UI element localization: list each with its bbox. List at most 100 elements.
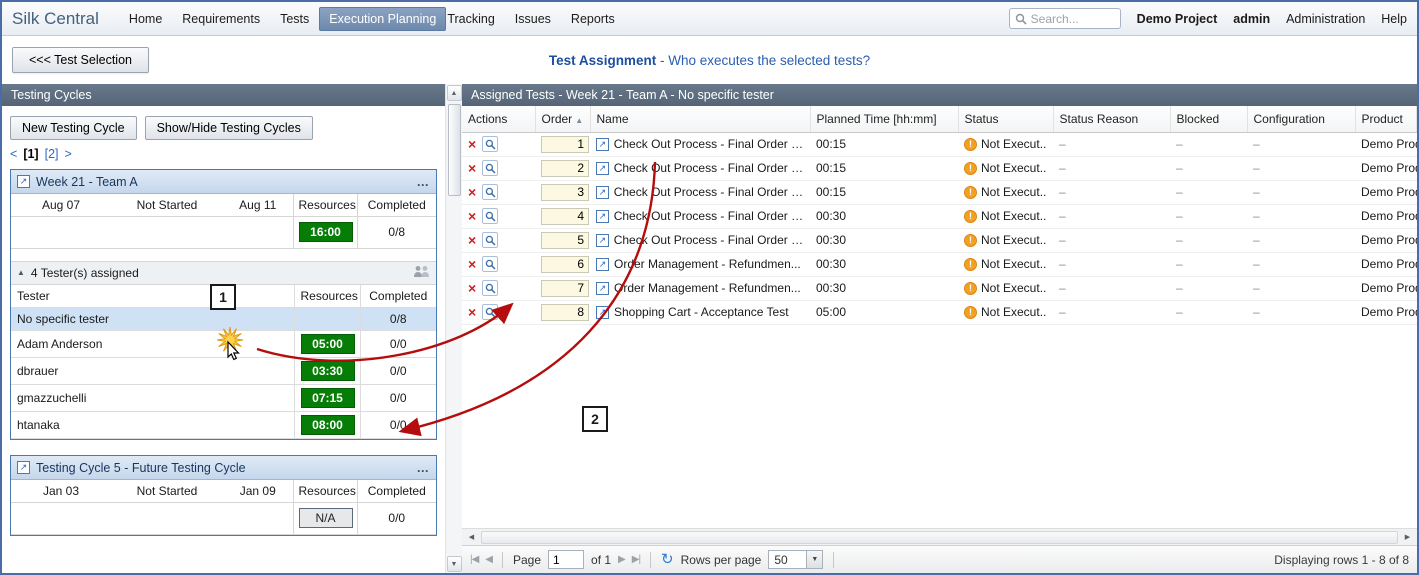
order-input[interactable] [541, 208, 589, 225]
open-cycle-icon[interactable]: ↗ [17, 461, 30, 474]
nav-item-requirements[interactable]: Requirements [172, 7, 270, 31]
test-name-link[interactable]: Check Out Process - Final Order S... [614, 161, 804, 175]
cycles-prev-page[interactable]: < [10, 147, 17, 161]
help-link[interactable]: Help [1381, 12, 1407, 26]
nav-item-reports[interactable]: Reports [561, 7, 625, 31]
testers-assigned-bar[interactable]: ▲ 4 Tester(s) assigned [11, 261, 436, 285]
open-test-icon[interactable]: ↗ [596, 210, 609, 223]
scroll-left-button[interactable]: ◀ [464, 531, 479, 544]
new-testing-cycle-button[interactable]: New Testing Cycle [10, 116, 137, 140]
column-header-product[interactable]: Product [1355, 106, 1417, 132]
inspect-icon[interactable] [482, 232, 498, 248]
cycle-menu-icon[interactable]: … [417, 175, 431, 189]
cycles-page-1[interactable]: [1] [23, 147, 38, 161]
test-name-link[interactable]: Check Out Process - Final Order S... [614, 233, 804, 247]
search-box[interactable] [1009, 8, 1121, 29]
open-cycle-icon[interactable]: ↗ [17, 175, 30, 188]
test-row[interactable]: × ↗Order Management - Refundmen... 00:30… [462, 252, 1417, 276]
inspect-icon[interactable] [482, 208, 498, 224]
cycle-menu-icon[interactable]: … [417, 461, 431, 475]
cycles-next-page[interactable]: > [65, 147, 72, 161]
order-input[interactable] [541, 280, 589, 297]
nav-item-home[interactable]: Home [119, 7, 172, 31]
pager-prev-icon[interactable]: ◀ [485, 554, 492, 565]
tester-name[interactable]: gmazzuchelli [11, 385, 294, 412]
order-input[interactable] [541, 184, 589, 201]
column-header-status[interactable]: Status [958, 106, 1053, 132]
tester-row[interactable]: Adam Anderson 05:00 0/0 [11, 331, 436, 358]
column-header-actions[interactable]: Actions [462, 106, 535, 132]
page-number-input[interactable] [548, 550, 584, 569]
test-row[interactable]: × ↗Shopping Cart - Acceptance Test 05:00… [462, 300, 1417, 324]
tester-row[interactable]: htanaka 08:00 0/0 [11, 412, 436, 439]
search-input[interactable] [1031, 12, 1111, 26]
delete-icon[interactable]: × [468, 161, 476, 175]
vertical-scrollbar-thumb[interactable] [448, 104, 461, 196]
open-test-icon[interactable]: ↗ [596, 186, 609, 199]
test-name-link[interactable]: Check Out Process - Final Order S... [614, 185, 804, 199]
open-test-icon[interactable]: ↗ [596, 234, 609, 247]
horizontal-scrollbar[interactable]: ◀ ▶ [462, 528, 1417, 545]
test-row[interactable]: × ↗Check Out Process - Final Order S... … [462, 204, 1417, 228]
column-header-status-reason[interactable]: Status Reason [1053, 106, 1170, 132]
delete-icon[interactable]: × [468, 257, 476, 271]
open-test-icon[interactable]: ↗ [596, 282, 609, 295]
delete-icon[interactable]: × [468, 185, 476, 199]
inspect-icon[interactable] [482, 160, 498, 176]
column-header-name[interactable]: Name [590, 106, 810, 132]
test-row[interactable]: × ↗Check Out Process - Final Order S... … [462, 180, 1417, 204]
test-name-link[interactable]: Check Out Process - Final Order S... [614, 209, 804, 223]
order-input[interactable] [541, 256, 589, 273]
delete-icon[interactable]: × [468, 233, 476, 247]
tester-name[interactable]: Adam Anderson [11, 331, 294, 358]
vertical-scrollbar[interactable]: ▲ ▼ [445, 84, 462, 573]
open-test-icon[interactable]: ↗ [596, 138, 609, 151]
rows-per-page-select[interactable]: 50 ▼ [768, 550, 823, 569]
order-input[interactable] [541, 232, 589, 249]
order-input[interactable] [541, 160, 589, 177]
delete-icon[interactable]: × [468, 137, 476, 151]
delete-icon[interactable]: × [468, 305, 476, 319]
cycles-page-2[interactable]: [2] [45, 147, 59, 161]
inspect-icon[interactable] [482, 280, 498, 296]
pager-first-icon[interactable]: |◀ [470, 554, 478, 565]
test-row[interactable]: × ↗Order Management - Refundmen... 00:30… [462, 276, 1417, 300]
test-row[interactable]: × ↗Check Out Process - Final Order S... … [462, 132, 1417, 156]
collapse-icon[interactable]: ▲ [17, 268, 25, 277]
rows-per-page-value[interactable]: 50 [768, 550, 806, 569]
column-header-planned-time[interactable]: Planned Time [hh:mm] [810, 106, 958, 132]
test-name-link[interactable]: Check Out Process - Final Order S... [614, 137, 804, 151]
test-name-link[interactable]: Order Management - Refundmen... [614, 281, 801, 295]
nav-item-execution-planning[interactable]: Execution Planning [319, 7, 446, 31]
cycle-card-header[interactable]: ↗ Week 21 - Team A … [11, 170, 436, 194]
inspect-icon[interactable] [482, 184, 498, 200]
refresh-icon[interactable]: ↻ [661, 552, 674, 567]
nav-item-tests[interactable]: Tests [270, 7, 319, 31]
pager-last-icon[interactable]: ▶| [632, 554, 640, 565]
open-test-icon[interactable]: ↗ [596, 162, 609, 175]
project-selector[interactable]: Demo Project [1137, 12, 1218, 26]
cycle-card-header[interactable]: ↗ Testing Cycle 5 - Future Testing Cycle… [11, 456, 436, 480]
scroll-down-button[interactable]: ▼ [447, 556, 462, 572]
tester-name[interactable]: No specific tester [11, 308, 294, 331]
test-name-link[interactable]: Shopping Cart - Acceptance Test [614, 305, 789, 319]
inspect-icon[interactable] [482, 136, 498, 152]
column-header-blocked[interactable]: Blocked [1170, 106, 1247, 132]
tester-row[interactable]: No specific tester 0/8 [11, 308, 436, 331]
column-header-configuration[interactable]: Configuration [1247, 106, 1355, 132]
user-menu[interactable]: admin [1233, 12, 1270, 26]
tester-row[interactable]: dbrauer 03:30 0/0 [11, 358, 436, 385]
inspect-icon[interactable] [482, 256, 498, 272]
test-row[interactable]: × ↗Check Out Process - Final Order S... … [462, 228, 1417, 252]
tester-row[interactable]: gmazzuchelli 07:15 0/0 [11, 385, 436, 412]
order-input[interactable] [541, 136, 589, 153]
scroll-right-button[interactable]: ▶ [1400, 531, 1415, 544]
nav-item-tracking[interactable]: Tracking [437, 7, 504, 31]
open-test-icon[interactable]: ↗ [596, 306, 609, 319]
test-row[interactable]: × ↗Check Out Process - Final Order S... … [462, 156, 1417, 180]
inspect-icon[interactable] [482, 304, 498, 320]
tester-name[interactable]: dbrauer [11, 358, 294, 385]
tester-name[interactable]: htanaka [11, 412, 294, 439]
delete-icon[interactable]: × [468, 281, 476, 295]
show-hide-testing-cycles-button[interactable]: Show/Hide Testing Cycles [145, 116, 313, 140]
